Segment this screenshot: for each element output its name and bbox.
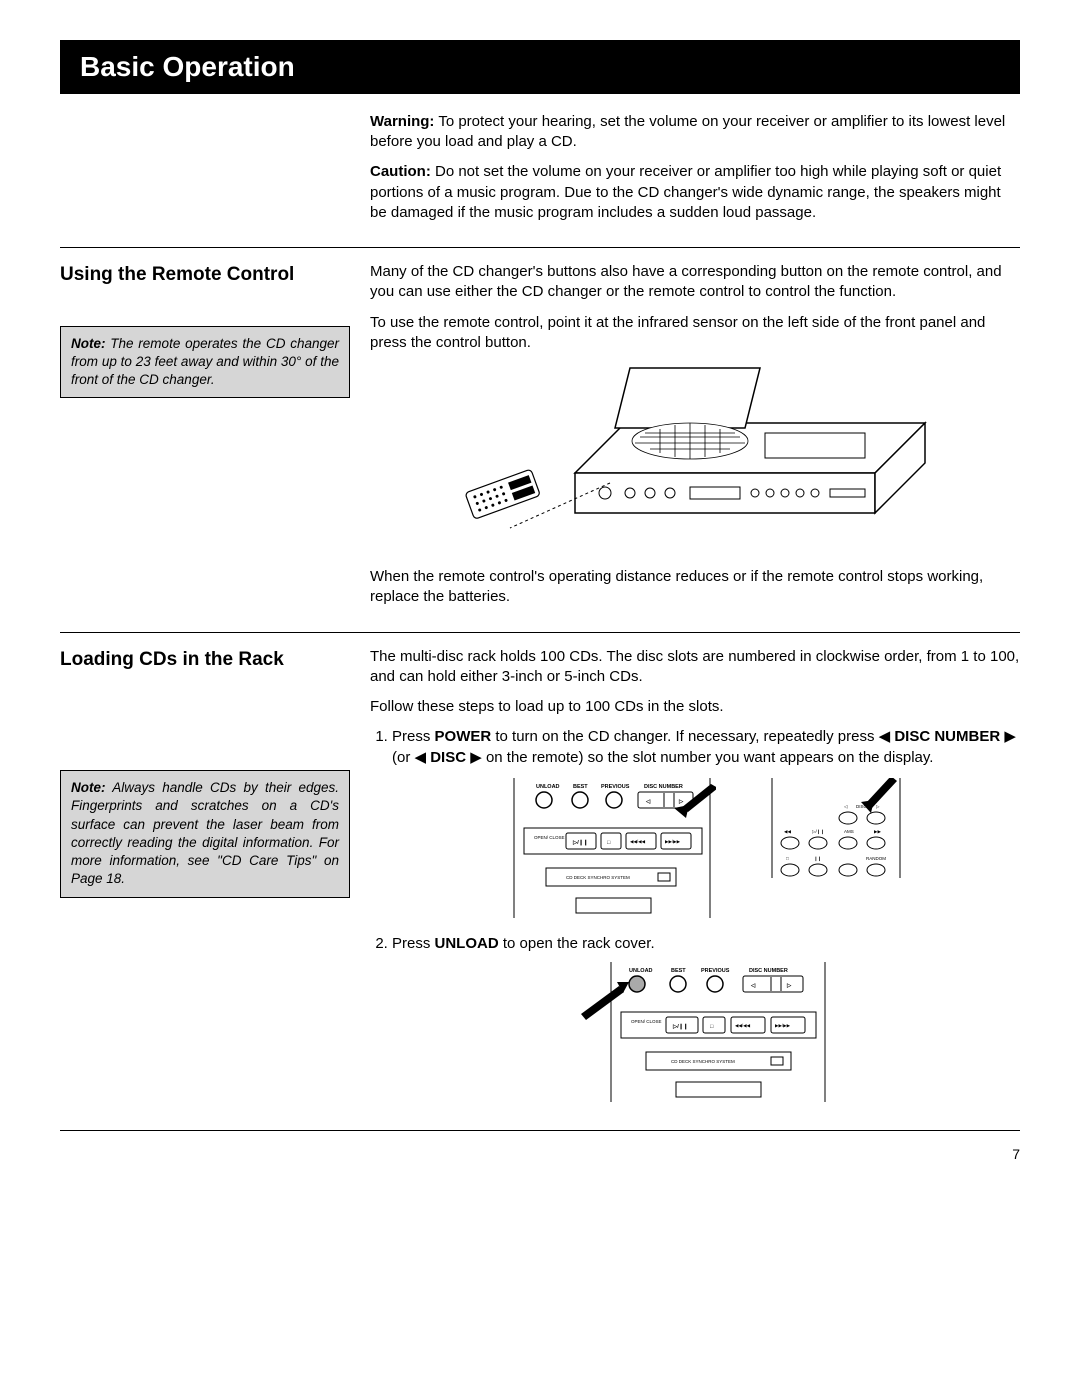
- svg-text:CD DECK SYNCHRO SYSTEM: CD DECK SYNCHRO SYSTEM: [566, 875, 630, 880]
- svg-text:PREVIOUS: PREVIOUS: [601, 784, 630, 790]
- svg-text:CD DECK SYNCHRO SYSTEM: CD DECK SYNCHRO SYSTEM: [671, 1059, 735, 1064]
- divider: [60, 247, 1020, 248]
- step-2: Press UNLOAD to open the rack cover. UNL…: [392, 934, 1020, 1102]
- svg-text:OPEN/ CLOSE: OPEN/ CLOSE: [631, 1019, 662, 1024]
- svg-text:▷: ▷: [786, 982, 792, 989]
- svg-text:▶▶: ▶▶: [874, 829, 881, 834]
- svg-text:OPEN/ CLOSE: OPEN/ CLOSE: [534, 835, 565, 840]
- page-number: 7: [60, 1145, 1020, 1164]
- svg-text:DISC NUMBER: DISC NUMBER: [644, 784, 683, 790]
- remote-heading: Using the Remote Control: [60, 262, 350, 288]
- svg-text:▷: ▷: [678, 798, 684, 805]
- warning-paragraph: Warning: To protect your hearing, set th…: [370, 112, 1020, 153]
- svg-text:◁: ◁: [750, 982, 756, 989]
- svg-text:◀◀/◀◀: ◀◀/◀◀: [630, 839, 646, 844]
- svg-text:AMS: AMS: [844, 829, 854, 834]
- svg-text:◀◀: ◀◀: [784, 829, 791, 834]
- svg-text:BEST: BEST: [671, 968, 686, 974]
- svg-text:UNLOAD: UNLOAD: [536, 784, 560, 790]
- svg-text:▶▶/▶▶: ▶▶/▶▶: [665, 839, 681, 844]
- svg-text:◀◀/◀◀: ◀◀/◀◀: [735, 1023, 751, 1028]
- loading-p2: Follow these steps to load up to 100 CDs…: [370, 697, 1020, 717]
- caution-paragraph: Caution: Do not set the volume on your r…: [370, 162, 1020, 223]
- svg-text:▷/❙❙: ▷/❙❙: [672, 1023, 688, 1030]
- svg-text:BEST: BEST: [573, 784, 588, 790]
- loading-heading: Loading CDs in the Rack: [60, 647, 350, 673]
- svg-text:DISC: DISC: [856, 804, 868, 809]
- remote-p1: Many of the CD changer's buttons also ha…: [370, 262, 1020, 303]
- loading-p1: The multi-disc rack holds 100 CDs. The d…: [370, 647, 1020, 688]
- front-panel-illustration-1: UNLOAD BEST PREVIOUS DISC NUMBER ◁ ▷: [506, 778, 716, 918]
- page-title: Basic Operation: [60, 40, 1020, 94]
- svg-text:UNLOAD: UNLOAD: [629, 968, 653, 974]
- footer-rule: [60, 1130, 1020, 1131]
- svg-text:▷: ▷: [876, 804, 880, 809]
- svg-text:DISC NUMBER: DISC NUMBER: [749, 968, 788, 974]
- step-1: Press POWER to turn on the CD changer. I…: [392, 727, 1020, 918]
- loading-note: Note: Always handle CDs by their edges. …: [60, 770, 350, 897]
- svg-text:▶▶/▶▶: ▶▶/▶▶: [775, 1023, 791, 1028]
- svg-text:◁: ◁: [844, 804, 848, 809]
- svg-text:▷/❙❙: ▷/❙❙: [572, 839, 588, 846]
- svg-text:□: □: [786, 856, 789, 861]
- remote-p3: When the remote control's operating dist…: [370, 567, 1020, 608]
- remote-panel-illustration: ◁ DISC ▷ ◀◀ ▷/❙❙ AMS ▶▶: [766, 778, 906, 878]
- cd-changer-illustration: [455, 363, 935, 553]
- remote-p2: To use the remote control, point it at t…: [370, 313, 1020, 354]
- svg-text:◁: ◁: [645, 798, 651, 805]
- remote-note: Note: The remote operates the CD changer…: [60, 326, 350, 399]
- svg-text:RANDOM: RANDOM: [866, 856, 886, 861]
- svg-text:PREVIOUS: PREVIOUS: [701, 968, 730, 974]
- front-panel-illustration-2: UNLOAD BEST PREVIOUS DISC NUMBER ◁ ▷: [581, 962, 831, 1102]
- divider: [60, 632, 1020, 633]
